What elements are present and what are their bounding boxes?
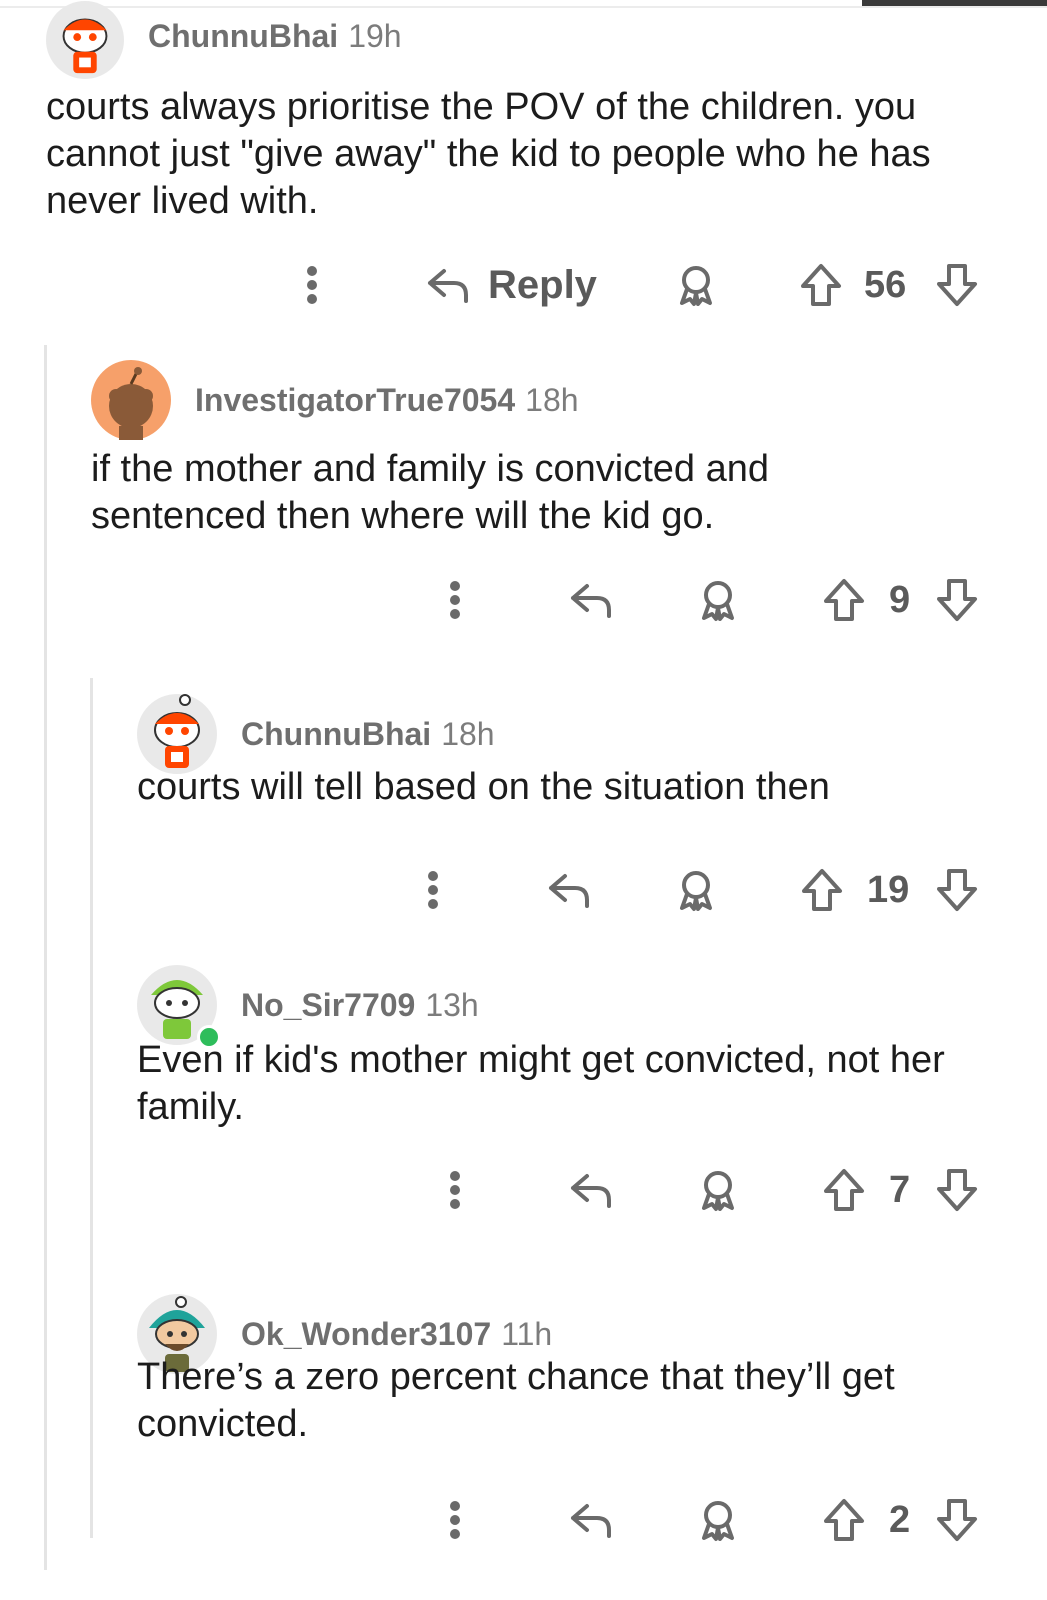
timestamp: 18h [525, 381, 579, 418]
vote-count: 2 [889, 1498, 911, 1541]
comment-body: if the mother and family is convicted an… [91, 446, 769, 540]
award-icon[interactable] [674, 860, 718, 920]
comment-line: sentenced then where will the kid go. [91, 495, 715, 537]
username[interactable]: ChunnuBhai [148, 18, 338, 54]
reply-icon [549, 874, 589, 908]
vote-count: 56 [864, 263, 907, 306]
timestamp: 18h [441, 715, 495, 752]
comment-body: Even if kid's mother might get convicted… [137, 1037, 945, 1131]
comment-meta: Ok_Wonder3107 11h [241, 1316, 552, 1353]
more-options-icon[interactable] [417, 860, 449, 920]
thread-line-level-2 [90, 678, 93, 1538]
reply-label: Reply [488, 262, 597, 307]
comment: No_Sir7709 13h Even if kid's mother might… [137, 965, 1037, 1235]
comment-body: courts always prioritise the POV of the … [46, 84, 931, 225]
thread-line-level-1 [44, 345, 47, 1570]
comment-line: if the mother and family is convicted an… [91, 448, 770, 490]
reply-button[interactable] [569, 1160, 613, 1220]
comment-meta: ChunnuBhai 18h [241, 716, 495, 753]
snoo-avatar-icon[interactable] [137, 965, 221, 1049]
username[interactable]: ChunnuBhai [241, 716, 431, 752]
upvote-icon[interactable] [821, 570, 867, 630]
comment-header: No_Sir7709 13h [137, 965, 479, 1049]
reply-button[interactable] [569, 570, 613, 630]
downvote-icon[interactable] [934, 255, 980, 315]
upvote-icon[interactable] [821, 1490, 867, 1550]
vote-count: 7 [889, 1168, 911, 1211]
comment-line: Even if kid's mother might get convicted… [137, 1039, 945, 1081]
snoo-avatar-icon[interactable] [137, 694, 217, 774]
comment-line: There’s a zero percent chance that they’… [137, 1356, 895, 1398]
comment-line: convicted. [137, 1403, 309, 1445]
reply-icon [571, 1504, 611, 1538]
username[interactable]: InvestigatorTrue7054 [195, 382, 515, 418]
username[interactable]: No_Sir7709 [241, 987, 415, 1023]
downvote-icon[interactable] [934, 1490, 980, 1550]
downvote-icon[interactable] [934, 1160, 980, 1220]
more-options-icon[interactable] [296, 255, 328, 315]
snoo-avatar-icon[interactable] [91, 360, 171, 440]
comment-meta: No_Sir7709 13h [241, 987, 479, 1024]
reply-button[interactable]: Reply [426, 255, 597, 315]
timestamp: 11h [501, 1315, 553, 1352]
vote-count: 19 [867, 868, 910, 911]
comment: ChunnuBhai 19h courts always prioritise t… [46, 0, 1036, 320]
timestamp: 13h [425, 986, 479, 1023]
reply-button[interactable] [547, 860, 591, 920]
downvote-icon[interactable] [934, 860, 980, 920]
comment-header: ChunnuBhai 18h [137, 694, 495, 774]
upvote-icon[interactable] [799, 860, 845, 920]
reply-icon [428, 269, 468, 303]
timestamp: 19h [348, 17, 402, 54]
upvote-icon[interactable] [798, 255, 844, 315]
upvote-icon[interactable] [821, 1160, 867, 1220]
comment-line: cannot just "give away" the kid to peopl… [46, 133, 931, 175]
snoo-avatar-icon[interactable] [46, 1, 124, 79]
comment: ChunnuBhai 18h courts will tell based on … [137, 694, 1037, 924]
reply-button[interactable] [569, 1490, 613, 1550]
comment-body: There’s a zero percent chance that they’… [137, 1354, 895, 1448]
reply-icon [571, 1174, 611, 1208]
comment: InvestigatorTrue7054 18h if the mother an… [91, 360, 1036, 650]
award-icon[interactable] [696, 1490, 740, 1550]
comment-body: courts will tell based on the situation … [137, 764, 830, 811]
comment-line: courts always prioritise the POV of the … [46, 86, 917, 128]
comment-meta: InvestigatorTrue7054 18h [195, 382, 579, 419]
vote-count: 9 [889, 578, 911, 621]
comment-line: family. [137, 1086, 244, 1128]
reply-icon [571, 584, 611, 618]
comment: Ok_Wonder3107 11h There’s a zero percent … [137, 1294, 1037, 1564]
more-options-icon[interactable] [439, 1160, 471, 1220]
comment-meta: ChunnuBhai 19h [148, 18, 402, 55]
more-options-icon[interactable] [439, 570, 471, 630]
comment-line: never lived with. [46, 180, 319, 222]
comment-line: courts will tell based on the situation … [137, 766, 830, 808]
award-icon[interactable] [696, 570, 740, 630]
downvote-icon[interactable] [934, 570, 980, 630]
award-icon[interactable] [674, 255, 718, 315]
comment-header: InvestigatorTrue7054 18h [91, 360, 579, 440]
more-options-icon[interactable] [439, 1490, 471, 1550]
comment-header: ChunnuBhai 19h [46, 0, 402, 80]
username[interactable]: Ok_Wonder3107 [241, 1316, 491, 1352]
award-icon[interactable] [696, 1160, 740, 1220]
